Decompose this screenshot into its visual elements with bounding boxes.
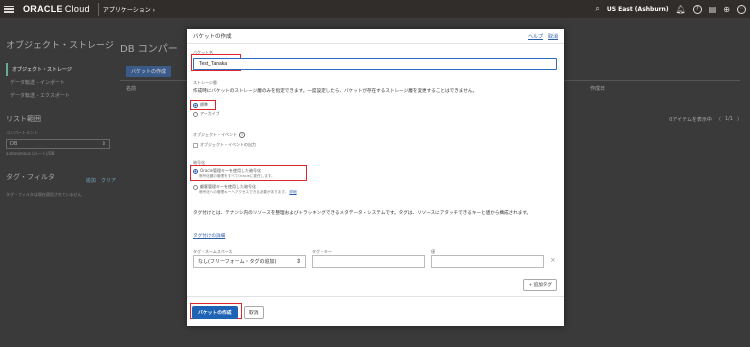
checkbox[interactable] bbox=[193, 142, 198, 148]
pagination-page: 1/1 bbox=[724, 116, 733, 122]
enc-customer-sub: 暗号化への管理キーへアクセスできる必要があります。 詳細 bbox=[199, 190, 297, 195]
language-globe-icon[interactable]: ⊕ bbox=[723, 5, 730, 14]
applications-menu-label: アプリケーション bbox=[102, 6, 151, 14]
storage-tier-desc: 作成時にバケットのストレージ層のみを指定できます。一度設定したら、バケットが存在… bbox=[193, 89, 478, 94]
object-events-label: オブジェクト・イベント bbox=[193, 132, 237, 137]
hamburger-menu-icon[interactable] bbox=[4, 5, 14, 13]
tag-key-input[interactable] bbox=[312, 255, 425, 268]
top-bar-right: ⌕ US East (Ashburn) 🔔︎ ? ▤ ⊕ ◦ bbox=[595, 0, 746, 18]
tag-value-input[interactable] bbox=[431, 255, 544, 268]
logo-product: Cloud bbox=[64, 4, 90, 14]
radio-selected[interactable] bbox=[193, 102, 198, 108]
storage-tier-label: ストレージ層 bbox=[193, 80, 217, 85]
tag-filter-empty: タグ・フィルタは現在適用されていません bbox=[6, 192, 82, 197]
dialog-title: バケットの作成 bbox=[193, 34, 232, 40]
tier-archive-option[interactable]: アーカイブ bbox=[193, 111, 220, 117]
tagging-docs-link[interactable]: タグ付けの詳細 bbox=[193, 233, 225, 239]
tagging-desc: タグ付けとは、テナンシ内のリソースを整理およびトラッキングできるメタデータ・シス… bbox=[193, 211, 532, 216]
tag-namespace-value: なし(フリーフォーム・タグの追加) bbox=[198, 259, 277, 265]
radio-unselected[interactable] bbox=[193, 111, 198, 117]
list-scope-title: リスト範囲 bbox=[6, 115, 41, 123]
applications-menu[interactable]: アプリケーション › bbox=[97, 2, 159, 16]
dialog-footer: バケットの作成 取消 bbox=[187, 296, 564, 326]
tier-archive-label: アーカイブ bbox=[200, 111, 220, 116]
tier-standard-label: 標準 bbox=[200, 102, 208, 107]
pagination-next[interactable]: 〉 bbox=[737, 116, 742, 123]
remove-tag-icon[interactable]: × bbox=[550, 256, 556, 264]
object-events-option-label: オブジェクト・イベントの出力 bbox=[200, 142, 256, 147]
enc-details-link[interactable]: 詳細 bbox=[289, 190, 296, 194]
search-icon[interactable]: ⌕ bbox=[595, 4, 599, 14]
compartment-label: コンパートメント bbox=[6, 130, 38, 135]
pagination-count: 0アイテムを表示中 bbox=[669, 117, 712, 123]
enc-customer-sub-text: 暗号化への管理キーへアクセスできる必要があります。 bbox=[199, 190, 289, 194]
add-tag-button[interactable]: + 追加タグ bbox=[523, 279, 557, 291]
top-bar: ORACLE Cloud アプリケーション › ⌕ US East (Ashbur… bbox=[0, 0, 750, 18]
sidebar-item-export[interactable]: データ転送 - エクスポート bbox=[6, 89, 116, 102]
column-header-created[interactable]: 作成日 bbox=[590, 85, 605, 92]
dialog-header: バケットの作成 ヘルプ 取消 bbox=[187, 29, 564, 44]
help-link[interactable]: ヘルプ bbox=[528, 33, 543, 40]
column-header-name[interactable]: 名前 bbox=[126, 85, 136, 92]
bucket-name-input[interactable] bbox=[193, 58, 557, 70]
sidebar-item-import[interactable]: データ転送 - インポート bbox=[6, 76, 116, 89]
bg-create-bucket-button[interactable]: バケットの作成 bbox=[126, 66, 172, 77]
select-arrow-icon: ⇕ bbox=[101, 141, 106, 147]
compartment-value: DB bbox=[10, 141, 18, 147]
sidebar-item-object-storage[interactable]: オブジェクト・ストレージ bbox=[6, 63, 116, 76]
profile-icon[interactable]: ◦ bbox=[737, 4, 746, 14]
radio-selected[interactable] bbox=[193, 168, 198, 174]
notifications-icon[interactable]: 🔔︎ bbox=[676, 5, 686, 14]
create-bucket-button[interactable]: バケットの作成 bbox=[192, 306, 238, 319]
tag-filter-clear-link[interactable]: クリア bbox=[101, 178, 116, 184]
cancel-link[interactable]: 取消 bbox=[548, 33, 558, 40]
pagination-prev[interactable]: 〈 bbox=[716, 116, 721, 123]
chat-icon[interactable]: ▤ bbox=[709, 5, 717, 14]
object-events-option[interactable]: オブジェクト・イベントの出力 bbox=[193, 142, 256, 148]
cancel-button[interactable]: 取消 bbox=[244, 306, 264, 319]
tag-namespace-select[interactable]: なし(フリーフォーム・タグの追加) ⇕ bbox=[193, 255, 306, 268]
radio-unselected[interactable] bbox=[193, 184, 198, 190]
sidebar-title: オブジェクト・ストレージ bbox=[6, 41, 114, 51]
compartment-path: autonomous (ルート)/DB bbox=[6, 151, 55, 156]
select-arrow-icon: ⇕ bbox=[295, 258, 301, 265]
pagination: 0アイテムを表示中 〈 1/1 〉 bbox=[669, 116, 742, 123]
compartment-select[interactable]: DB ⇕ bbox=[6, 139, 110, 149]
oracle-cloud-logo[interactable]: ORACLE Cloud bbox=[23, 4, 90, 14]
region-selector[interactable]: US East (Ashburn) bbox=[607, 6, 669, 13]
page-title: DB コンパー bbox=[120, 44, 178, 55]
enc-oracle-sub: 暗号化鍵の管理をすべてOracleに委任します。 bbox=[199, 174, 275, 178]
help-icon[interactable]: ? bbox=[692, 4, 702, 14]
tag-filter-title: タグ・フィルタ bbox=[6, 172, 55, 181]
logo-brand: ORACLE bbox=[23, 4, 63, 14]
info-icon[interactable]: i bbox=[239, 132, 245, 138]
tier-standard-option[interactable]: 標準 bbox=[193, 102, 208, 108]
create-bucket-dialog: バケットの作成 ヘルプ 取消 バケット名 ストレージ層 作成時にバケットのストレ… bbox=[187, 29, 564, 326]
tag-filter-add-link[interactable]: 追加 bbox=[86, 178, 96, 184]
object-events-heading: オブジェクト・イベント i bbox=[193, 132, 245, 138]
sidebar: オブジェクト・ストレージ オブジェクト・ストレージ データ転送 - インポート … bbox=[6, 38, 116, 201]
